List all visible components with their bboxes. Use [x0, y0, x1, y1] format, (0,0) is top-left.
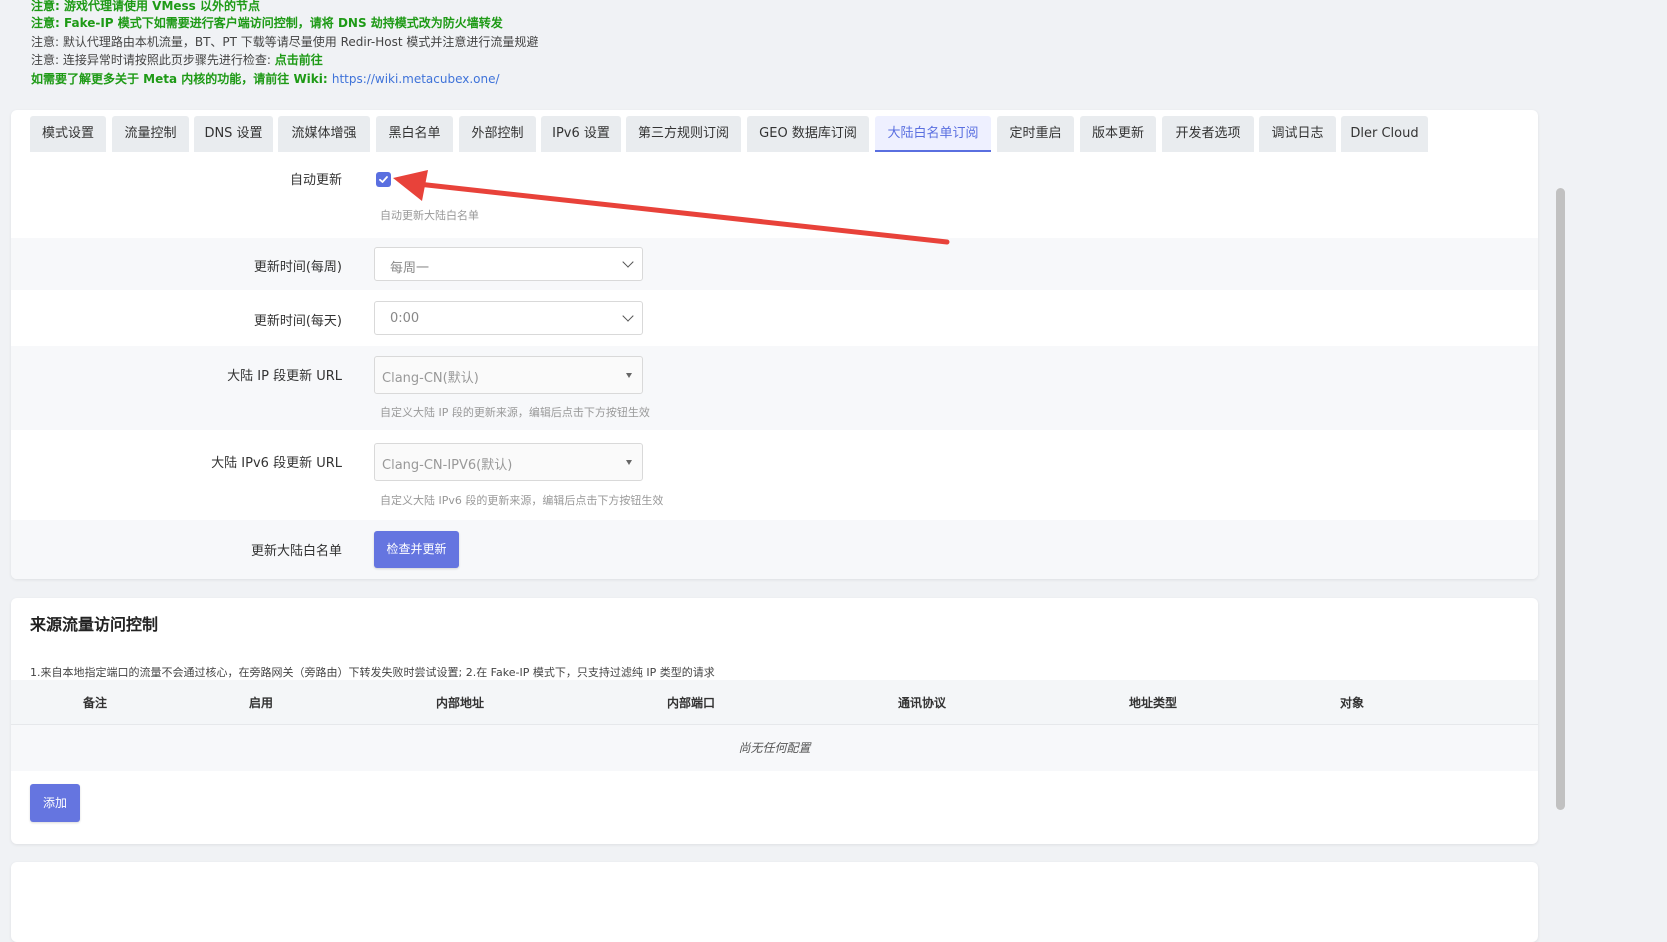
acl-description: 1.来自本地指定端口的流量不会通过核心，在旁路网关（旁路由）下转发失败时尝试设置… — [30, 666, 715, 679]
ipv6-url-select-value: Clang-CN-IPV6(默认) — [382, 458, 513, 473]
ip-url-row: 大陆 IP 段更新 URL Clang-CN(默认) 自定义大陆 IP 段的更新… — [11, 346, 1538, 430]
auto-update-checkbox[interactable] — [376, 172, 391, 187]
notice-connection-check: 注意: 连接异常时请按照此页步骤先进行检查: 点击前往 — [31, 53, 323, 71]
ip-url-label: 大陆 IP 段更新 URL — [227, 369, 342, 384]
tab-streaming[interactable]: 流媒体增强 — [278, 116, 370, 152]
weekly-select-value: 每周一 — [390, 261, 430, 276]
notice-game-proxy: 注意: 游戏代理请使用 VMess 以外的节点 — [31, 0, 260, 13]
column-header-internal-port: 内部端口 — [666, 696, 716, 710]
column-header-protocol: 通讯协议 — [897, 696, 947, 710]
weekly-row: 更新时间(每周) 每周一 — [11, 238, 1538, 290]
ip-url-select[interactable]: Clang-CN(默认) — [374, 356, 643, 394]
scrollbar-thumb[interactable] — [1556, 188, 1565, 810]
tab-third-party-rules[interactable]: 第三方规则订阅 — [626, 116, 741, 152]
chevron-down-icon — [622, 310, 634, 322]
tab-mode-settings[interactable]: 模式设置 — [30, 116, 106, 152]
daily-row: 更新时间(每天) 0:00 — [11, 290, 1538, 346]
column-header-enabled: 启用 — [248, 696, 274, 710]
acl-empty-row: 尚无任何配置 — [11, 725, 1538, 771]
tab-external-control[interactable]: 外部控制 — [459, 116, 536, 152]
tab-developer-options[interactable]: 开发者选项 — [1162, 116, 1254, 152]
ip-url-select-value: Clang-CN(默认) — [382, 371, 479, 386]
update-row: 更新大陆白名单 检查并更新 — [11, 520, 1538, 579]
tab-mainland-whitelist[interactable]: 大陆白名单订阅 — [875, 116, 991, 152]
notice-fake-ip: 注意: Fake-IP 模式下如需要进行客户端访问控制，请将 DNS 劫持模式改… — [31, 16, 503, 30]
check-icon — [379, 176, 388, 183]
notice-default-proxy: 注意: 默认代理路由本机流量，BT、PT 下载等请尽量使用 Redir-Host… — [31, 35, 539, 49]
ip-url-hint: 自定义大陆 IP 段的更新来源，编辑后点击下方按钮生效 — [380, 406, 650, 419]
caret-down-icon — [626, 460, 632, 465]
notice-check-link[interactable]: 点击前往 — [275, 53, 323, 67]
notice-meta-wiki: 如需要了解更多关于 Meta 内核的功能，请前往 Wiki: https://w… — [31, 72, 500, 90]
column-header-internal-address: 内部地址 — [435, 696, 485, 710]
check-update-button[interactable]: 检查并更新 — [374, 531, 459, 568]
acl-table-header: 备注 启用 内部地址 内部端口 通讯协议 地址类型 对象 — [11, 680, 1538, 725]
tab-scheduled-restart[interactable]: 定时重启 — [997, 116, 1074, 152]
ipv6-url-select[interactable]: Clang-CN-IPV6(默认) — [374, 443, 643, 481]
next-panel — [11, 862, 1538, 942]
caret-down-icon — [626, 373, 632, 378]
daily-select-value: 0:00 — [390, 311, 420, 326]
notice-connection-text: 注意: 连接异常时请按照此页步骤先进行检查: — [31, 53, 275, 67]
daily-label: 更新时间(每天) — [253, 314, 342, 329]
column-header-target: 对象 — [1339, 696, 1365, 710]
tab-ipv6-settings[interactable]: IPv6 设置 — [541, 116, 621, 152]
column-header-address-type: 地址类型 — [1128, 696, 1178, 710]
add-rule-button[interactable]: 添加 — [30, 784, 80, 822]
wiki-link[interactable]: https://wiki.metacubex.one/ — [332, 72, 500, 86]
acl-panel: 来源流量访问控制 1.来自本地指定端口的流量不会通过核心，在旁路网关（旁路由）下… — [11, 598, 1538, 844]
acl-empty-text: 尚无任何配置 — [738, 741, 811, 755]
acl-title: 来源流量访问控制 — [30, 615, 159, 634]
ipv6-url-hint: 自定义大陆 IPv6 段的更新来源，编辑后点击下方按钮生效 — [380, 494, 664, 507]
tab-dler-cloud[interactable]: Dler Cloud — [1341, 116, 1428, 152]
auto-update-row: 自动更新 自动更新大陆白名单 — [11, 150, 1538, 238]
tab-debug-log[interactable]: 调试日志 — [1259, 116, 1336, 152]
auto-update-label: 自动更新 — [289, 173, 342, 188]
tab-version-update[interactable]: 版本更新 — [1080, 116, 1156, 152]
daily-select[interactable]: 0:00 — [374, 301, 643, 335]
auto-update-hint: 自动更新大陆白名单 — [380, 209, 479, 222]
column-header-remark: 备注 — [82, 696, 108, 710]
settings-panel: 模式设置 流量控制 DNS 设置 流媒体增强 黑白名单 外部控制 IPv6 设置… — [11, 110, 1538, 579]
tab-blacklist-whitelist[interactable]: 黑白名单 — [376, 116, 453, 152]
chevron-down-icon — [622, 256, 634, 268]
weekly-select[interactable]: 每周一 — [374, 247, 643, 281]
tab-traffic-control[interactable]: 流量控制 — [112, 116, 189, 152]
tab-dns-settings[interactable]: DNS 设置 — [194, 116, 273, 152]
update-label: 更新大陆白名单 — [250, 544, 342, 559]
tab-geo-database[interactable]: GEO 数据库订阅 — [747, 116, 869, 152]
ipv6-url-row: 大陆 IPv6 段更新 URL Clang-CN-IPV6(默认) 自定义大陆 … — [11, 430, 1538, 520]
notice-wiki-text: 如需要了解更多关于 Meta 内核的功能，请前往 Wiki: — [31, 72, 332, 86]
weekly-label: 更新时间(每周) — [253, 260, 342, 275]
ipv6-url-label: 大陆 IPv6 段更新 URL — [211, 456, 342, 471]
